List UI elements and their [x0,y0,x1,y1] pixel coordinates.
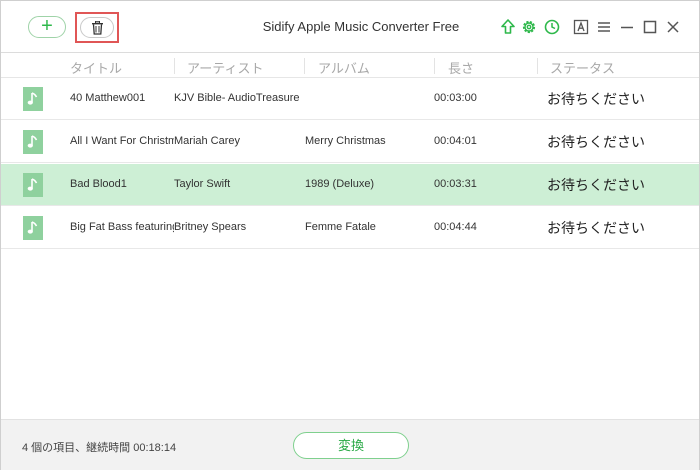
track-title: All I Want For Christmas Is You [70,135,174,147]
table-row-selected[interactable]: Bad Blood1 Taylor Swift 1989 (Deluxe) 00… [1,164,699,206]
table-row[interactable]: All I Want For Christmas Is You Mariah C… [1,121,699,163]
trash-icon [92,21,103,35]
column-divider[interactable] [304,58,305,74]
upload-icon[interactable] [499,18,517,36]
track-album: 1989 (Deluxe) [305,178,375,190]
add-button[interactable]: + [28,16,66,38]
close-icon[interactable] [664,18,682,36]
music-note-icon [23,216,43,240]
delete-highlight-box [75,12,119,43]
table-header: タイトル アーティスト アルバム 長さ ステータス [1,54,699,78]
menu-icon[interactable] [595,18,613,36]
footer-bar: 4 個の項目、継続時間 00:18:14 変換 [1,419,699,470]
app-title: Sidify Apple Music Converter Free [262,19,460,34]
column-header-status[interactable]: ステータス [550,58,615,77]
track-artist: Britney Spears [174,221,247,233]
minimize-icon[interactable] [618,18,636,36]
app-window: + Sidify Apple Music Converter Free タイトル… [0,0,700,470]
column-header-album[interactable]: アルバム [318,58,370,77]
summary-text: 4 個の項目、継続時間 00:18:14 [22,439,176,455]
clock-icon[interactable] [543,18,561,36]
column-header-title[interactable]: タイトル [70,58,122,77]
track-status: お待ちください [547,91,645,107]
title-bar: + Sidify Apple Music Converter Free [1,1,699,53]
delete-button[interactable] [80,17,114,38]
music-note-icon [23,87,43,111]
track-status: お待ちください [547,134,645,150]
font-icon[interactable] [572,18,590,36]
track-title: Bad Blood1 [70,178,127,190]
track-status: お待ちください [547,220,645,236]
music-note-icon [23,173,43,197]
track-artist: KJV Bible- AudioTreasure [174,92,300,104]
track-album: Merry Christmas [305,135,386,147]
column-header-artist[interactable]: アーティスト [187,58,263,77]
gear-icon[interactable] [520,18,538,36]
table-row[interactable]: Big Fat Bass featuring will.i.am Britney… [1,207,699,249]
column-header-duration[interactable]: 長さ [448,58,474,77]
maximize-icon[interactable] [641,18,659,36]
total-duration: 00:18:14 [133,442,177,454]
track-duration: 00:04:01 [434,135,477,147]
track-duration: 00:03:31 [434,178,477,190]
track-album: Femme Fatale [305,221,376,233]
track-artist: Taylor Swift [174,178,231,190]
column-divider[interactable] [174,58,175,74]
track-title: Big Fat Bass featuring will.i.am [70,221,174,233]
track-status: お待ちください [547,177,645,193]
track-artist: Mariah Carey [174,135,241,147]
music-note-icon [23,130,43,154]
convert-button[interactable]: 変換 [293,432,409,459]
track-duration: 00:03:00 [434,92,477,104]
column-divider[interactable] [537,58,538,74]
item-count-label: 4 個の項目、継続時間 [22,442,131,454]
track-title: 40 Matthew001 [70,92,146,104]
table-row[interactable]: 40 Matthew001 KJV Bible- AudioTreasure 0… [1,78,699,120]
column-divider[interactable] [434,58,435,74]
track-duration: 00:04:44 [434,221,477,233]
